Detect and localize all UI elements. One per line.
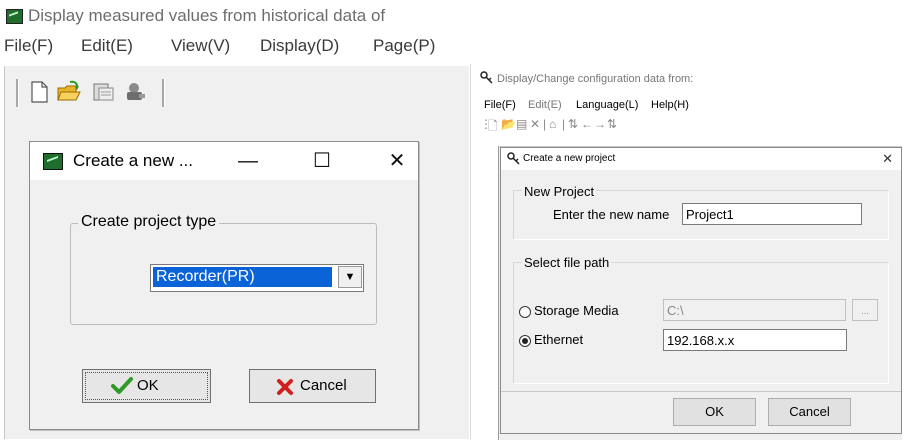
dialog-titlebar: Create a new ... — ☐ ✕ <box>30 142 418 180</box>
toolbar-separator: | <box>562 117 566 131</box>
app-monitor-icon <box>43 153 63 170</box>
new-icon[interactable]: 🗋 <box>488 117 498 138</box>
ethernet-label: Ethernet <box>534 332 584 347</box>
network-icon[interactable]: ⌂ <box>549 117 556 131</box>
cancel-label: Cancel <box>300 377 347 394</box>
create-new-project-dialog: Create a new project ✕ New Project Enter… <box>500 147 902 434</box>
file-path-group-label: Select file path <box>522 255 612 270</box>
right-window-title: Display/Change configuration data from: <box>497 73 694 85</box>
menu-edit[interactable]: Edit(E) <box>528 99 562 111</box>
project-name-input[interactable]: Project1 <box>682 203 862 225</box>
app-monitor-icon <box>6 9 23 24</box>
tools-icon[interactable] <box>122 79 148 105</box>
dialog-title: Create a new ... <box>73 151 194 170</box>
menu-display[interactable]: Display(D) <box>260 36 339 56</box>
left-arrow-icon[interactable]: ← <box>581 117 593 131</box>
storage-media-label: Storage Media <box>534 303 619 318</box>
menu-language[interactable]: Language(L) <box>576 99 638 111</box>
right-window-titlebar: Display/Change configuration data from: <box>480 71 693 85</box>
red-x-icon <box>277 379 293 395</box>
ethernet-address-input[interactable]: 192.168.x.x <box>663 329 847 351</box>
menu-file[interactable]: File(F) <box>4 36 53 56</box>
new-file-icon[interactable] <box>26 79 52 105</box>
menu-file[interactable]: File(F) <box>484 99 516 111</box>
open-folder-icon[interactable] <box>56 79 82 105</box>
project-type-select[interactable]: Recorder(PR) ▼ <box>150 264 364 292</box>
dialog-titlebar: Create a new project ✕ <box>501 148 901 170</box>
ok-button[interactable]: OK <box>673 398 756 426</box>
name-label: Enter the new name <box>553 207 670 222</box>
left-window-title: Display measured values from historical … <box>28 6 386 25</box>
menu-view[interactable]: View(V) <box>171 36 230 56</box>
cancel-button[interactable]: Cancel <box>249 369 376 403</box>
open-icon[interactable]: 📂 <box>501 117 516 131</box>
browse-button: ... <box>852 299 878 321</box>
cancel-button[interactable]: Cancel <box>768 398 851 426</box>
storage-path-input: C:\ <box>663 299 846 321</box>
close-button[interactable]: ✕ <box>882 151 893 167</box>
dropdown-arrow-icon[interactable]: ▼ <box>338 266 362 288</box>
menu-edit[interactable]: Edit(E) <box>81 36 133 56</box>
create-new-dialog: Create a new ... — ☐ ✕ Create project ty… <box>29 141 419 430</box>
menu-help[interactable]: Help(H) <box>651 99 689 111</box>
menu-page[interactable]: Page(P) <box>373 36 435 56</box>
storage-media-radio[interactable] <box>519 306 531 318</box>
transfer-icon[interactable]: ⇅ <box>568 117 578 131</box>
save-print-icon[interactable] <box>90 79 116 105</box>
project-type-group-label: Create project type <box>78 213 220 231</box>
maximize-button[interactable]: ☐ <box>302 146 342 176</box>
minimize-button[interactable]: — <box>228 146 268 176</box>
key-icon <box>507 152 520 165</box>
right-arrow-icon[interactable]: → <box>594 117 606 131</box>
ethernet-radio[interactable] <box>519 335 531 347</box>
divider <box>501 391 901 392</box>
delete-icon[interactable]: ✕ <box>530 117 540 131</box>
close-button[interactable]: ✕ <box>377 146 417 176</box>
left-window-titlebar: Display measured values from historical … <box>0 0 470 34</box>
right-toolbar: ⋮ 🗋 📂 ▤ ✕ | ⌂ | ⇅ ← → ⇅ <box>480 114 620 136</box>
project-type-value: Recorder(PR) <box>153 267 332 287</box>
toolbar-separator <box>16 79 19 107</box>
dialog-title: Create a new project <box>523 153 616 164</box>
toolbar-separator <box>162 79 165 107</box>
new-project-group-label: New Project <box>522 184 597 199</box>
ok-button[interactable]: OK <box>82 369 211 403</box>
key-icon <box>480 71 493 84</box>
sync-icon[interactable]: ⇅ <box>607 117 617 131</box>
ok-label: OK <box>137 377 159 394</box>
toolbar-separator: | <box>543 117 547 131</box>
file-path-group <box>513 262 889 384</box>
save-icon[interactable]: ▤ <box>516 117 527 131</box>
left-toolbar <box>12 71 172 111</box>
check-icon <box>111 377 133 394</box>
